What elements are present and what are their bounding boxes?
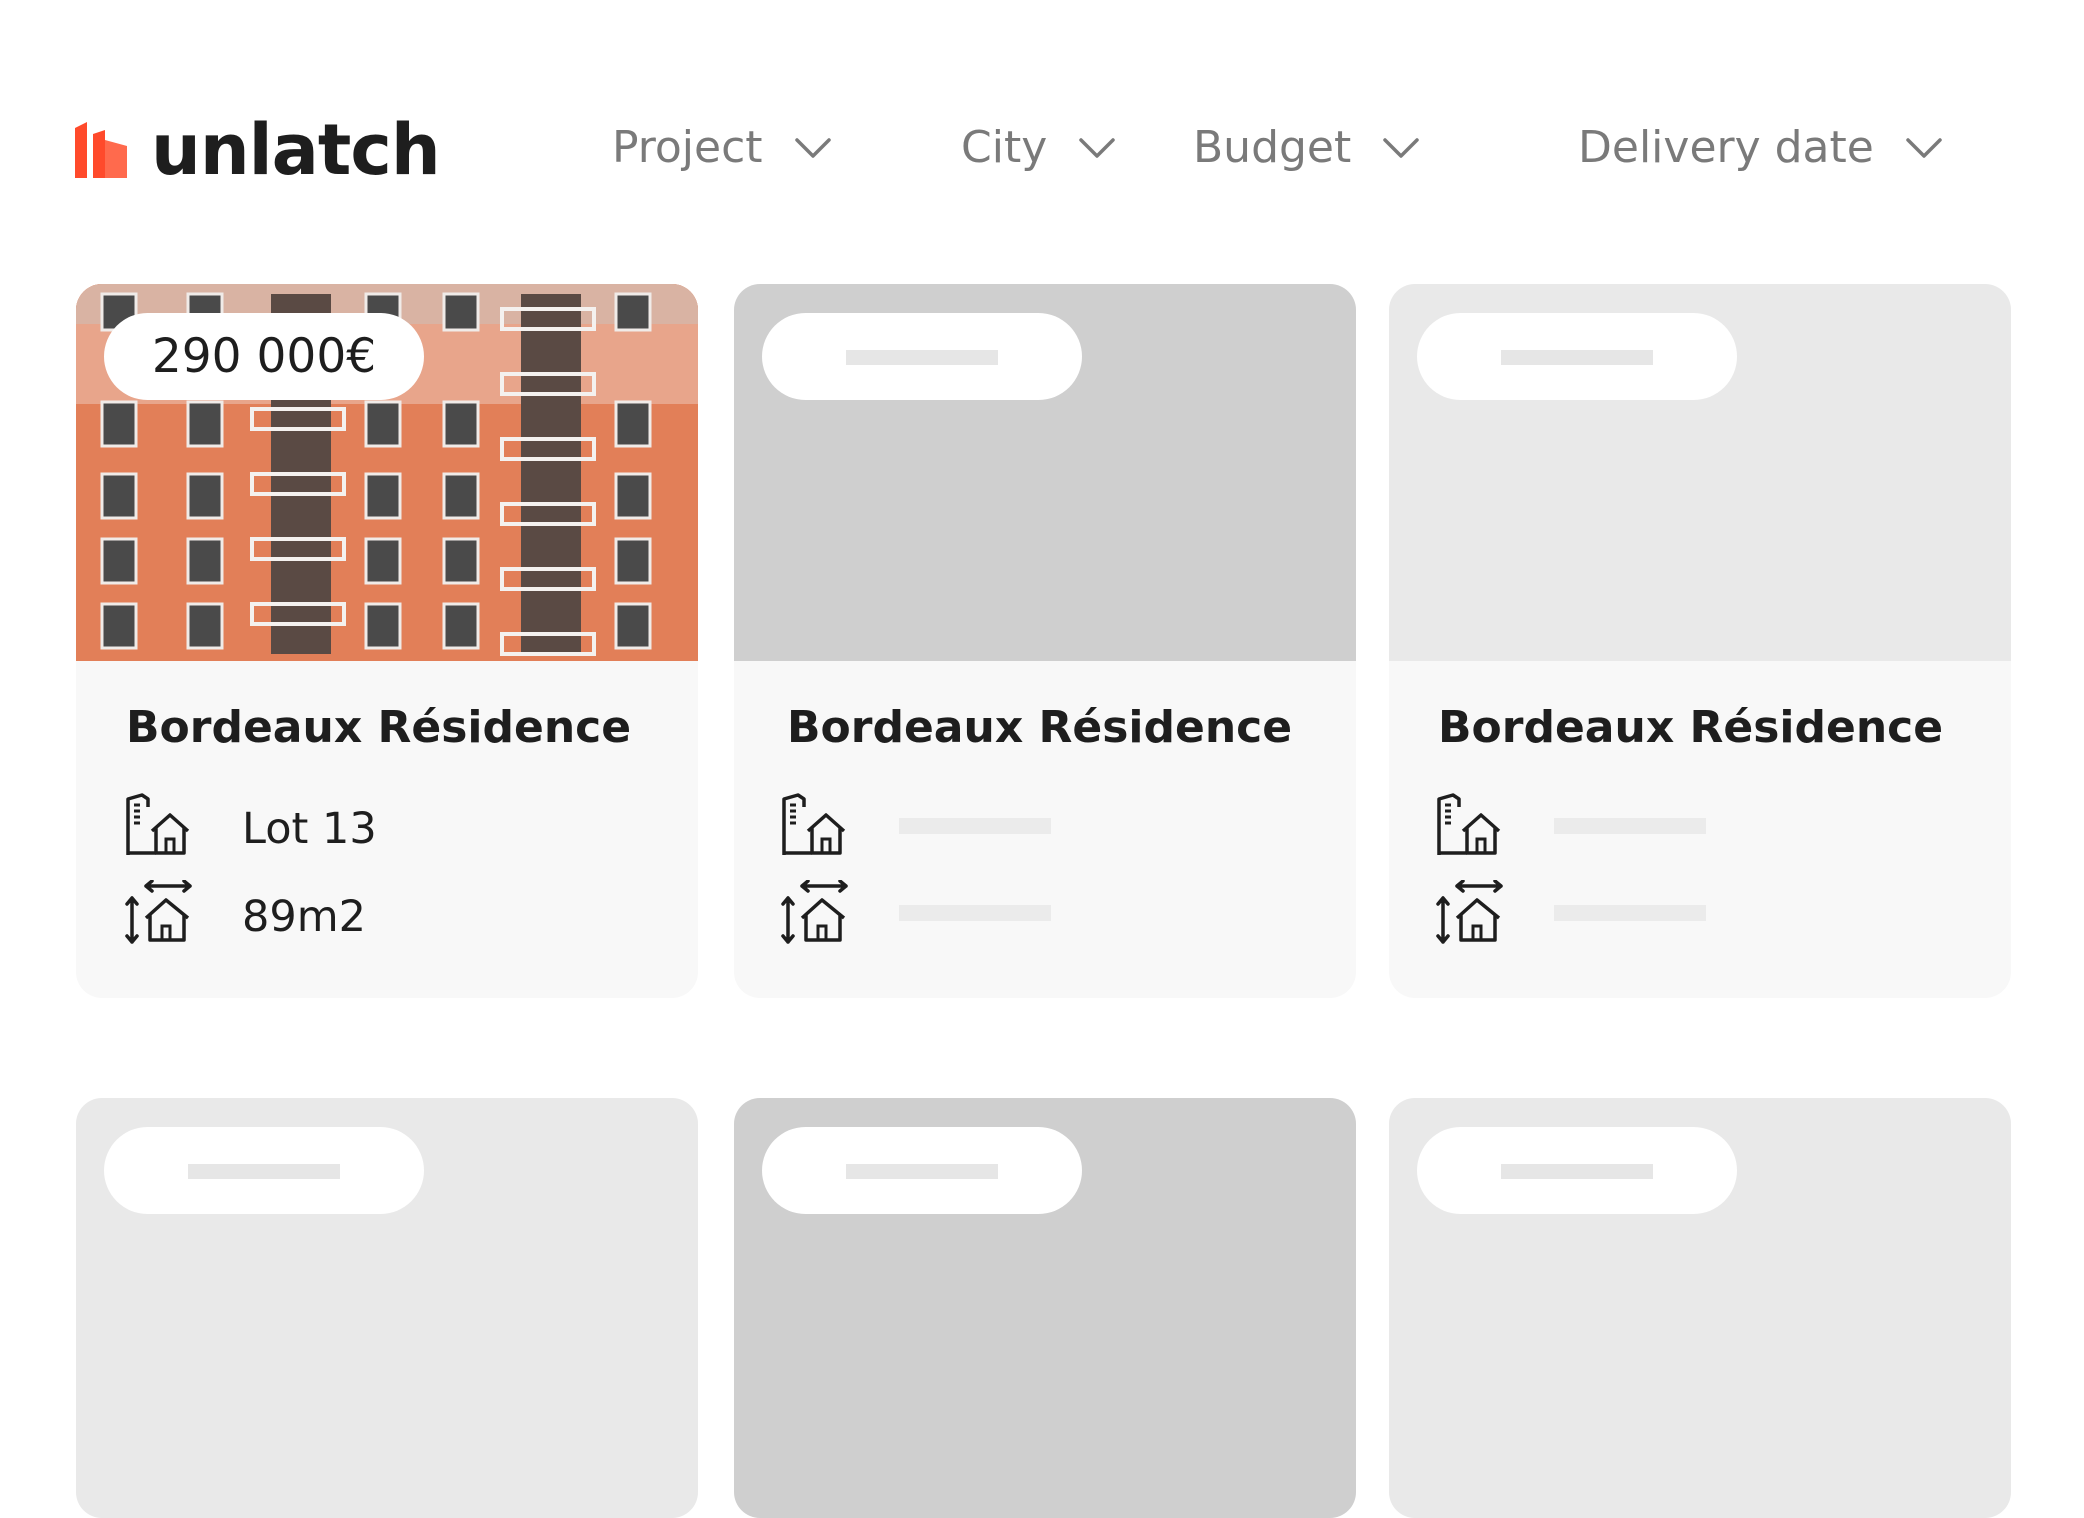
filter-delivery-date[interactable]: Delivery date	[1578, 118, 1944, 178]
listing-photo-placeholder	[1389, 284, 2011, 661]
listing-card-skeleton[interactable]	[1389, 1098, 2011, 1518]
price-badge-placeholder	[1417, 1127, 1737, 1214]
price-badge: 290 000€	[104, 313, 424, 400]
listing-title: Bordeaux Résidence	[787, 702, 1293, 753]
price-text: 290 000€	[151, 329, 377, 384]
filter-delivery-date-label: Delivery date	[1578, 122, 1874, 173]
price-badge-placeholder	[762, 1127, 1082, 1214]
price-skeleton	[846, 350, 998, 365]
area-house-icon	[125, 880, 192, 944]
chevron-down-icon	[794, 138, 831, 158]
chevron-down-icon	[1079, 138, 1115, 158]
area-house-icon	[781, 880, 848, 944]
listing-photo-placeholder	[734, 1098, 1356, 1518]
listing-photo-placeholder	[1389, 1098, 2011, 1518]
listing-photo-placeholder	[76, 1098, 698, 1518]
building-house-icon	[1437, 793, 1501, 855]
filter-budget-label: Budget	[1193, 122, 1352, 173]
area-skeleton	[1554, 905, 1706, 921]
filter-bar: Project City Budget Delivery date	[0, 118, 2084, 178]
listing-lot: Lot 13	[242, 804, 377, 854]
lot-skeleton	[1554, 818, 1706, 834]
building-house-icon	[782, 793, 846, 855]
filter-city-label: City	[961, 122, 1048, 173]
filter-city[interactable]: City	[961, 118, 1117, 178]
price-skeleton	[1501, 1164, 1653, 1179]
price-skeleton	[846, 1164, 998, 1179]
building-house-icon	[126, 793, 190, 855]
price-badge-placeholder	[104, 1127, 424, 1214]
area-skeleton	[899, 905, 1051, 921]
listing-area: 89m2	[242, 892, 366, 942]
listing-card-skeleton[interactable]	[76, 1098, 698, 1518]
listing-card-skeleton[interactable]: Bordeaux Résidence	[734, 284, 1356, 998]
filter-project[interactable]: Project	[612, 118, 833, 178]
price-badge-placeholder	[1417, 313, 1737, 400]
filter-budget[interactable]: Budget	[1193, 118, 1421, 178]
filter-project-label: Project	[612, 122, 763, 173]
listing-title: Bordeaux Résidence	[1438, 702, 1944, 753]
chevron-down-icon	[1906, 138, 1942, 158]
area-house-icon	[1436, 880, 1503, 944]
listing-photo: 290 000€	[76, 284, 698, 661]
listing-card-skeleton[interactable]	[734, 1098, 1356, 1518]
price-badge-placeholder	[762, 313, 1082, 400]
listing-photo-placeholder	[734, 284, 1356, 661]
price-skeleton	[1501, 350, 1653, 365]
chevron-down-icon	[1383, 138, 1420, 158]
listing-title: Bordeaux Résidence	[126, 702, 632, 753]
listing-card-skeleton[interactable]: Bordeaux Résidence	[1389, 284, 2011, 998]
price-skeleton	[188, 1164, 340, 1179]
listing-card[interactable]: 290 000€ Bordeaux Résidence Lot 13 89m2	[76, 284, 698, 998]
top-header: unlatch Project City Budget Delivery dat…	[0, 0, 2084, 260]
lot-skeleton	[899, 818, 1051, 834]
